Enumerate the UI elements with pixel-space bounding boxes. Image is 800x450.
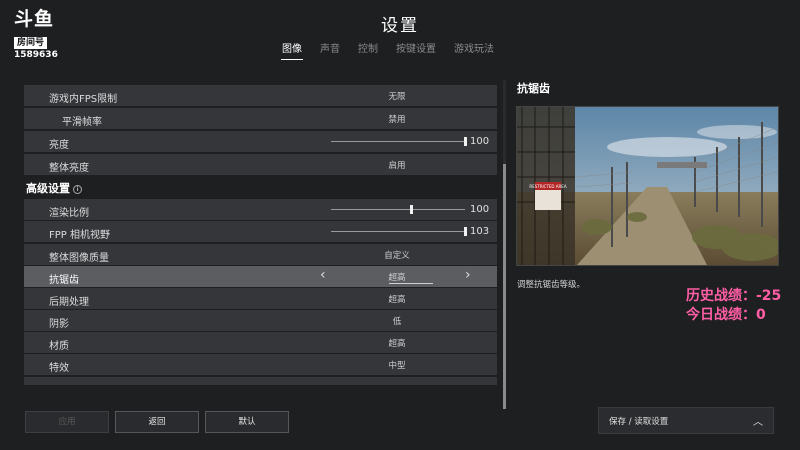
apply-button[interactable]: 应用 [25, 411, 109, 433]
setting-label: 游戏内FPS限制 [49, 94, 118, 105]
setting-label: 整体图像质量 [49, 253, 109, 264]
slider-handle[interactable] [464, 227, 467, 236]
setting-label: 平滑帧率 [62, 117, 102, 128]
slider-handle[interactable] [410, 205, 414, 214]
today-record: 今日战绩：0 [686, 307, 766, 323]
chevron-left-icon[interactable]: ‹ [320, 267, 326, 283]
setting-label: 抗锯齿 [49, 275, 79, 286]
setting-row-textures[interactable]: 材质 超高 [24, 332, 497, 353]
page-title: 设置 [381, 16, 419, 36]
brightness-slider[interactable] [331, 137, 467, 146]
back-button[interactable]: 返回 [115, 411, 199, 433]
setting-value: 自定义 [384, 251, 410, 261]
setting-label: 特效 [49, 363, 69, 374]
preview-scene: RESTRICTED AREA [517, 107, 778, 265]
scrollbar-thumb[interactable] [503, 164, 506, 409]
setting-value: 低 [392, 317, 402, 327]
preview-image: RESTRICTED AREA [516, 106, 779, 266]
setting-row-anti-aliasing[interactable]: 抗锯齿 ‹ 超高 › [24, 266, 497, 287]
detail-title: 抗锯齿 [517, 82, 550, 95]
setting-value: 超高 [388, 273, 406, 283]
tab-sound[interactable]: 声音 [320, 40, 340, 55]
section-title: 高级设置 [26, 182, 70, 195]
setting-label: 阴影 [49, 319, 69, 330]
slider-value: 100 [470, 136, 490, 147]
chevron-right-icon[interactable]: › [465, 267, 471, 283]
setting-row-overall-quality[interactable]: 整体图像质量 自定义 [24, 244, 497, 265]
setting-row-effects[interactable]: 特效 中型 [24, 354, 497, 375]
setting-row-fpp-fov[interactable]: FPP 相机视野 103 [24, 221, 497, 242]
save-load-label: 保存 / 读取设置 [609, 417, 669, 427]
history-record: 历史战绩：-25 [686, 288, 782, 304]
tab-control[interactable]: 控制 [358, 40, 378, 55]
setting-label: 渲染比例 [49, 208, 89, 219]
tab-keybindings[interactable]: 按键设置 [396, 40, 436, 55]
settings-scrollbar[interactable] [503, 80, 506, 409]
setting-row-post-processing[interactable]: 后期处理 超高 [24, 288, 497, 309]
setting-value: 启用 [388, 161, 406, 171]
tab-gameplay[interactable]: 游戏玩法 [454, 40, 494, 55]
setting-row-overall-brightness[interactable]: 整体亮度 启用 [24, 154, 497, 175]
slider-handle[interactable] [464, 137, 467, 146]
setting-value: 无限 [388, 92, 406, 102]
room-number: 1589636 [14, 50, 58, 60]
setting-label: 亮度 [49, 140, 69, 151]
setting-value: 超高 [388, 295, 406, 305]
setting-value: 禁用 [388, 115, 406, 125]
setting-value: 中型 [388, 361, 406, 371]
setting-row-fps-limit[interactable]: 游戏内FPS限制 无限 [24, 85, 497, 106]
setting-label: FPP 相机视野 [49, 230, 110, 241]
room-label: 房间号 [14, 37, 48, 49]
settings-list: 游戏内FPS限制 无限 平滑帧率 禁用 亮度 100 整体亮度 启用 高级设置 i… [24, 80, 497, 385]
render-scale-slider[interactable] [331, 205, 465, 214]
detail-description: 调整抗锯齿等级。 [517, 280, 586, 290]
setting-row-brightness[interactable]: 亮度 100 [24, 131, 497, 152]
setting-label: 整体亮度 [49, 163, 89, 174]
setting-value: 超高 [388, 339, 406, 349]
setting-row-partial[interactable] [24, 377, 497, 385]
section-header-advanced: 高级设置 i [24, 175, 497, 197]
selection-underline [389, 283, 433, 284]
tab-graphics[interactable]: 图像 [281, 40, 303, 60]
sign-text: RESTRICTED AREA [529, 184, 566, 189]
chevron-up-icon: ︿ [753, 417, 763, 428]
setting-row-smooth-framerate[interactable]: 平滑帧率 禁用 [24, 108, 497, 129]
setting-row-shadows[interactable]: 阴影 低 [24, 310, 497, 331]
info-icon[interactable]: i [73, 185, 82, 194]
fov-slider[interactable] [331, 227, 467, 236]
setting-label: 材质 [49, 341, 69, 352]
settings-tabs: 图像 声音 控制 按键设置 游戏玩法 [281, 40, 512, 60]
setting-label: 后期处理 [49, 297, 89, 308]
setting-row-render-scale[interactable]: 渲染比例 100 [24, 199, 497, 220]
default-button[interactable]: 默认 [205, 411, 289, 433]
slider-value: 100 [470, 204, 490, 215]
stats-overlay: 历史战绩：-25 今日战绩：0 [686, 287, 781, 325]
slider-value: 103 [470, 226, 490, 237]
save-load-button[interactable]: 保存 / 读取设置 ︿ [598, 407, 774, 434]
